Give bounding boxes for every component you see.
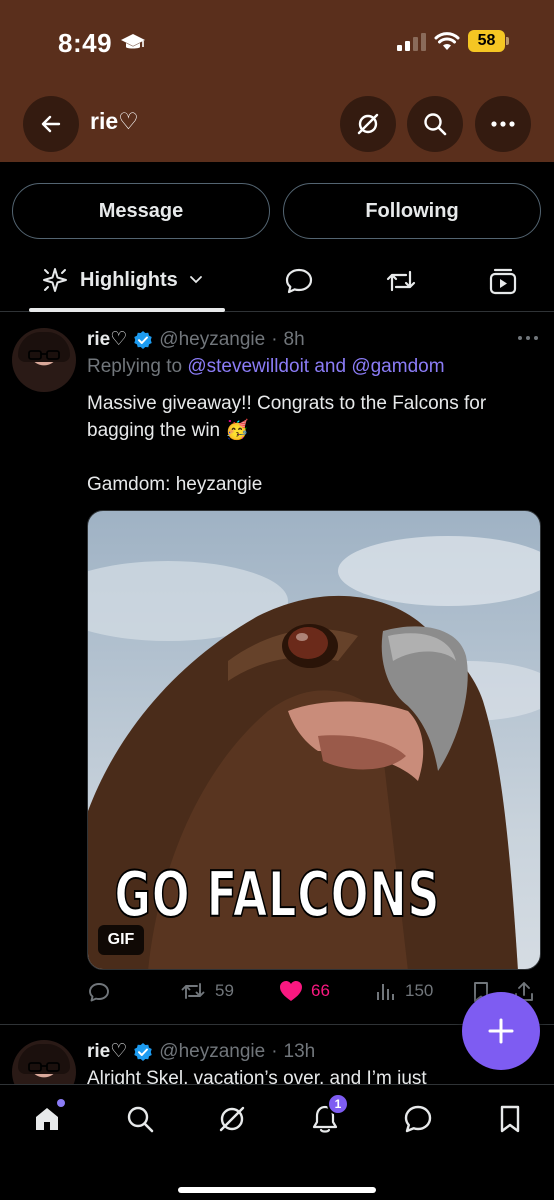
- tab-highlights-label: Highlights: [80, 268, 178, 291]
- nav-search[interactable]: [120, 1099, 160, 1139]
- mention-link[interactable]: @stevewilldoit: [187, 356, 309, 377]
- tweet-author-name[interactable]: rie♡: [87, 1040, 127, 1063]
- arrow-left-icon: [41, 115, 61, 133]
- home-indicator[interactable]: [178, 1187, 376, 1193]
- glasses-icon: [28, 350, 60, 360]
- following-button[interactable]: Following: [283, 183, 541, 239]
- tweet-author-handle[interactable]: @heyzangie: [159, 1041, 265, 1063]
- notification-count-badge: 1: [327, 1093, 349, 1115]
- search-icon: [127, 1106, 154, 1133]
- video-icon: [489, 268, 517, 295]
- verified-badge-icon: [134, 330, 152, 349]
- graduation-cap-icon: [121, 34, 145, 49]
- bottom-navigation: 1: [0, 1084, 554, 1200]
- profile-tabs: Highlights: [0, 250, 554, 312]
- nav-bookmarks[interactable]: [490, 1099, 530, 1139]
- repost-icon: [181, 983, 205, 999]
- heart-filled-icon: [280, 981, 302, 1001]
- tweet-author-handle[interactable]: @heyzangie: [159, 329, 265, 351]
- tweet-author-name[interactable]: rie♡: [87, 328, 127, 351]
- tweet-text: Massive giveaway!! Congrats to the Falco…: [87, 390, 537, 498]
- like-button[interactable]: 66: [279, 980, 330, 1002]
- cellular-signal-icon: [397, 33, 426, 51]
- status-time: 8:49: [58, 28, 113, 58]
- wifi-icon: [434, 32, 460, 50]
- tweet-timestamp[interactable]: 13h: [284, 1041, 316, 1063]
- more-options-button[interactable]: [475, 96, 531, 152]
- header-title: rie♡: [90, 108, 139, 134]
- tweet-text: Alright Skel, vacation’s over, and I’m j…: [87, 1068, 427, 1084]
- tweet-timestamp[interactable]: 8h: [284, 329, 305, 351]
- nav-grok[interactable]: [212, 1099, 252, 1139]
- tab-reposts[interactable]: [384, 264, 418, 298]
- nav-messages[interactable]: [398, 1099, 438, 1139]
- message-button[interactable]: Message: [12, 183, 270, 239]
- view-count: 150: [405, 981, 434, 1000]
- home-icon: [36, 1108, 58, 1130]
- grok-button[interactable]: [340, 96, 396, 152]
- tab-highlights[interactable]: Highlights: [40, 265, 204, 295]
- search-button[interactable]: [407, 96, 463, 152]
- gif-badge: GIF: [98, 925, 144, 955]
- replying-to: Replying to @stevewilldoit and @gamdom: [87, 356, 445, 378]
- glasses-icon: [28, 1062, 60, 1072]
- repost-icon: [386, 270, 416, 292]
- grok-icon: [357, 113, 379, 135]
- chevron-down-icon: [189, 276, 202, 284]
- sparkle-icon: [43, 268, 67, 292]
- unread-dot: [57, 1099, 65, 1107]
- tab-media[interactable]: [486, 264, 520, 298]
- reply-icon: [89, 983, 109, 1002]
- like-count: 66: [311, 981, 330, 1000]
- battery-nub: [506, 37, 509, 45]
- grok-icon: [219, 1106, 245, 1132]
- mention-link[interactable]: @gamdom: [351, 356, 444, 377]
- tweet-header: rie♡ @heyzangie · 8h: [87, 328, 305, 351]
- repost-count: 59: [215, 981, 234, 1000]
- avatar[interactable]: [12, 328, 76, 392]
- tab-replies[interactable]: [282, 264, 316, 298]
- tweet-more-icon[interactable]: [516, 330, 540, 346]
- ellipsis-icon: [491, 121, 515, 127]
- back-button[interactable]: [23, 96, 79, 152]
- nav-home[interactable]: [27, 1099, 67, 1139]
- views-button[interactable]: 150: [375, 980, 433, 1002]
- mention-join: and: [314, 356, 347, 377]
- separator-dot: ·: [271, 1040, 278, 1062]
- active-tab-indicator: [29, 308, 225, 312]
- separator-dot: ·: [271, 328, 278, 350]
- battery-level: 58: [468, 30, 505, 52]
- tweet-text-line: Massive giveaway!! Congrats to the Falco…: [87, 393, 487, 441]
- search-icon: [424, 113, 447, 136]
- tweet-header: rie♡ @heyzangie · 13h: [87, 1040, 315, 1063]
- battery-indicator: 58: [468, 30, 510, 52]
- bookmark-icon: [500, 1105, 520, 1133]
- plus-icon: [488, 1018, 514, 1044]
- gif-caption: GO FALCONS: [0, 857, 554, 932]
- profile-header: 8:49 58 rie♡: [0, 0, 554, 162]
- reply-button[interactable]: [87, 980, 111, 1004]
- analytics-icon: [377, 984, 394, 1000]
- tweet-text-line: Gamdom: heyzangie: [87, 474, 263, 495]
- replying-to-prefix: Replying to: [87, 356, 183, 377]
- compose-button[interactable]: [462, 992, 540, 1070]
- chat-bubble-icon: [404, 1105, 432, 1133]
- speech-bubble-icon: [285, 268, 313, 294]
- verified-badge-icon: [134, 1042, 152, 1061]
- gif-caption-text: GO FALCONS: [113, 857, 440, 932]
- repost-button[interactable]: 59: [179, 980, 234, 1002]
- nav-notifications[interactable]: 1: [305, 1093, 349, 1139]
